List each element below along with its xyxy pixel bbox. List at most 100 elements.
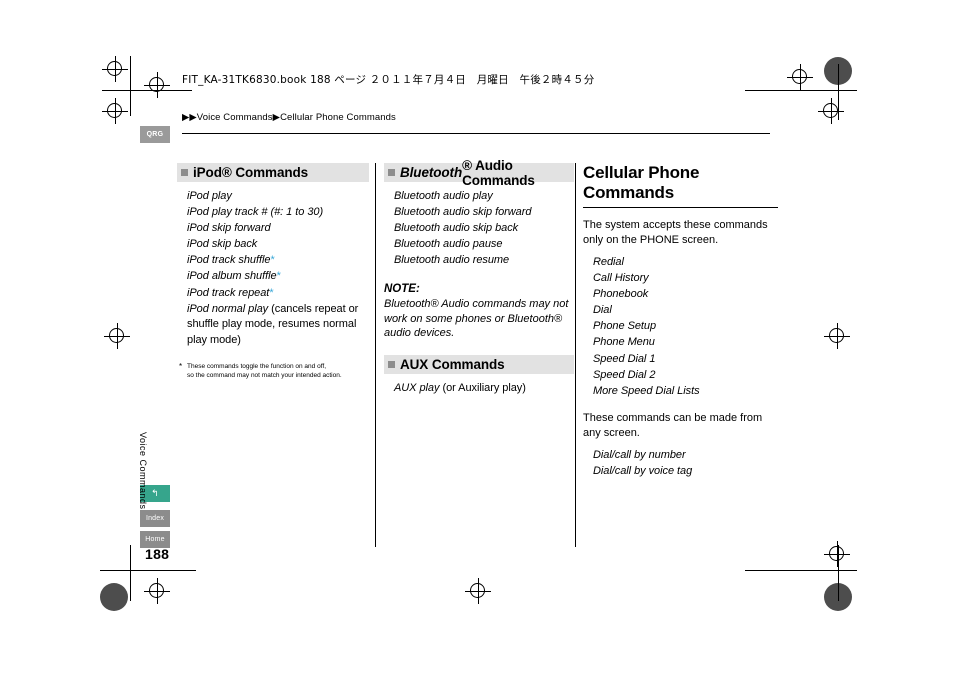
command-text: Call History [593, 272, 649, 285]
list-item: Phone Menu [593, 335, 778, 351]
command-note: (or Auxiliary play) [439, 381, 526, 394]
cellular-command-list: Redial Call History Phonebook Dial Phone… [583, 255, 778, 399]
command-text: Dial [593, 304, 612, 317]
registration-mark-top-right [787, 64, 813, 90]
section-heading-bluetooth-rest: ® Audio Commands [462, 157, 535, 188]
command-text: iPod play [187, 190, 232, 202]
command-text: Redial [593, 256, 624, 268]
command-text: Bluetooth audio pause [394, 238, 503, 251]
column-divider-2 [575, 163, 576, 547]
page-number: 188 [145, 546, 170, 562]
crop-line-top-v [130, 56, 131, 116]
footnote-star-icon: * [276, 270, 281, 283]
command-text: Bluetooth audio skip forward [394, 206, 532, 219]
aux-command-list: AUX play (or Auxiliary play) [384, 381, 574, 397]
column-bluetooth-aux: Bluetooth ® Audio Commands Bluetooth audi… [384, 158, 574, 397]
list-item: Speed Dial 2 [593, 368, 778, 384]
section-heading-aux-label: AUX Commands [400, 356, 505, 372]
registration-mark-bottom-left [144, 578, 170, 604]
footnote-marker: * [179, 362, 183, 372]
print-dot-top-right [824, 57, 852, 85]
tab-qrg[interactable]: QRG [140, 126, 170, 143]
ipod-footnote: * These commands toggle the function on … [177, 362, 369, 380]
document-page: FIT_KA-31TK6830.book 188 ページ ２０１１年７月４日 月… [0, 0, 954, 675]
command-text: Speed Dial 1 [593, 352, 656, 365]
command-text: iPod skip forward [187, 222, 271, 235]
list-item: Phone Setup [593, 319, 778, 335]
footnote-star-icon: * [270, 254, 275, 267]
list-item: AUX play (or Auxiliary play) [394, 381, 574, 397]
list-item: iPod normal play (cancels repeat or shuf… [187, 302, 369, 349]
list-item: iPod track repeat* [187, 286, 369, 302]
crop-line-topright-v [838, 64, 839, 120]
bluetooth-command-list: Bluetooth audio play Bluetooth audio ski… [384, 189, 574, 269]
list-item: Bluetooth audio skip back [394, 221, 574, 237]
list-item: Bluetooth audio play [394, 189, 574, 205]
registration-mark-top-right-inner [818, 98, 844, 124]
tab-index[interactable]: Index [140, 510, 170, 527]
cellular-intro-paragraph: The system accepts these commands only o… [583, 219, 768, 246]
command-text: More Speed Dial Lists [593, 384, 700, 397]
registration-mark-bottom-right [824, 541, 850, 567]
section-heading-aux: AUX Commands [384, 354, 574, 374]
list-item: Bluetooth audio resume [394, 253, 574, 269]
list-item: More Speed Dial Lists [593, 384, 778, 400]
print-dot-bottom-right [824, 583, 852, 611]
list-item: Call History [593, 271, 778, 287]
crop-line-bottomleft-v [130, 545, 131, 601]
command-text: iPod track repeat [187, 286, 270, 299]
note-body-italic: Bluetooth [384, 298, 431, 311]
list-item: iPod play track # (#: 1 to 30) [187, 205, 369, 221]
square-bullet-icon [388, 360, 395, 368]
footnote-line-2: so the command may not match your intend… [187, 372, 342, 380]
section-heading-bluetooth: Bluetooth ® Audio Commands [384, 158, 574, 188]
list-item: Redial [593, 255, 778, 271]
list-item: Dial/call by voice tag [593, 464, 778, 480]
ipod-command-list: iPod play iPod play track # (#: 1 to 30)… [177, 189, 369, 348]
list-item: Dial [593, 303, 778, 319]
list-item: Speed Dial 1 [593, 352, 778, 368]
list-item: Bluetooth audio pause [394, 237, 574, 253]
registration-mark-left-mid [104, 323, 130, 349]
command-text: Bluetooth audio play [394, 190, 493, 202]
section-heading-ipod-label: iPod® Commands [193, 165, 309, 180]
command-text: Speed Dial 2 [593, 368, 656, 381]
command-text: Phone Setup [593, 320, 657, 333]
registration-mark-top-left [102, 56, 128, 82]
list-item: iPod album shuffle* [187, 269, 369, 285]
list-item: iPod skip forward [187, 221, 369, 237]
print-dot-bottom-left [100, 583, 128, 611]
note-body: Bluetooth® Audio commands may not work o… [384, 297, 574, 341]
command-text: Bluetooth audio skip back [394, 222, 519, 235]
column-cellular: Cellular Phone Commands The system accep… [583, 163, 778, 481]
page-title: Cellular Phone Commands [583, 163, 778, 208]
registration-mark-bottom-center [465, 578, 491, 604]
print-header-japanese: FIT_KA-31TK6830.book 188 ページ ２０１１年７月４日 月… [182, 74, 595, 86]
crop-line-topright-h [745, 90, 857, 91]
cellular-second-paragraph: These commands can be made from any scre… [583, 412, 763, 439]
cellular-anyscreen-command-list: Dial/call by number Dial/call by voice t… [583, 448, 778, 480]
column-divider-1 [375, 163, 376, 547]
command-text: Dial/call by number [593, 449, 686, 462]
command-text: Dial/call by voice tag [593, 465, 693, 478]
list-item: Phonebook [593, 287, 778, 303]
list-item: iPod play [187, 189, 369, 205]
chapter-label-vertical: Voice Commands [138, 432, 148, 510]
crop-line-bottomright-v [838, 545, 839, 601]
command-text: Phonebook [593, 288, 649, 301]
registration-mark-right-mid [824, 323, 850, 349]
crop-line-bottomright-h [745, 570, 857, 571]
crop-line-bottomleft-h [100, 570, 196, 571]
command-text: iPod album shuffle [187, 270, 277, 283]
column-ipod: iPod® Commands iPod play iPod play track… [177, 163, 369, 380]
bluetooth-note: NOTE: Bluetooth® Audio commands may not … [384, 282, 574, 341]
command-text: iPod track shuffle [187, 254, 271, 267]
command-text: iPod skip back [187, 238, 258, 251]
list-item: iPod skip back [187, 237, 369, 253]
section-heading-ipod: iPod® Commands [177, 163, 369, 182]
command-text: AUX play [394, 381, 440, 394]
command-text: iPod play track # (#: 1 to 30) [187, 206, 324, 219]
command-text: Bluetooth audio resume [394, 254, 510, 267]
footnote-line-1: These commands toggle the function on an… [187, 363, 326, 371]
header-divider-rule [182, 133, 770, 134]
